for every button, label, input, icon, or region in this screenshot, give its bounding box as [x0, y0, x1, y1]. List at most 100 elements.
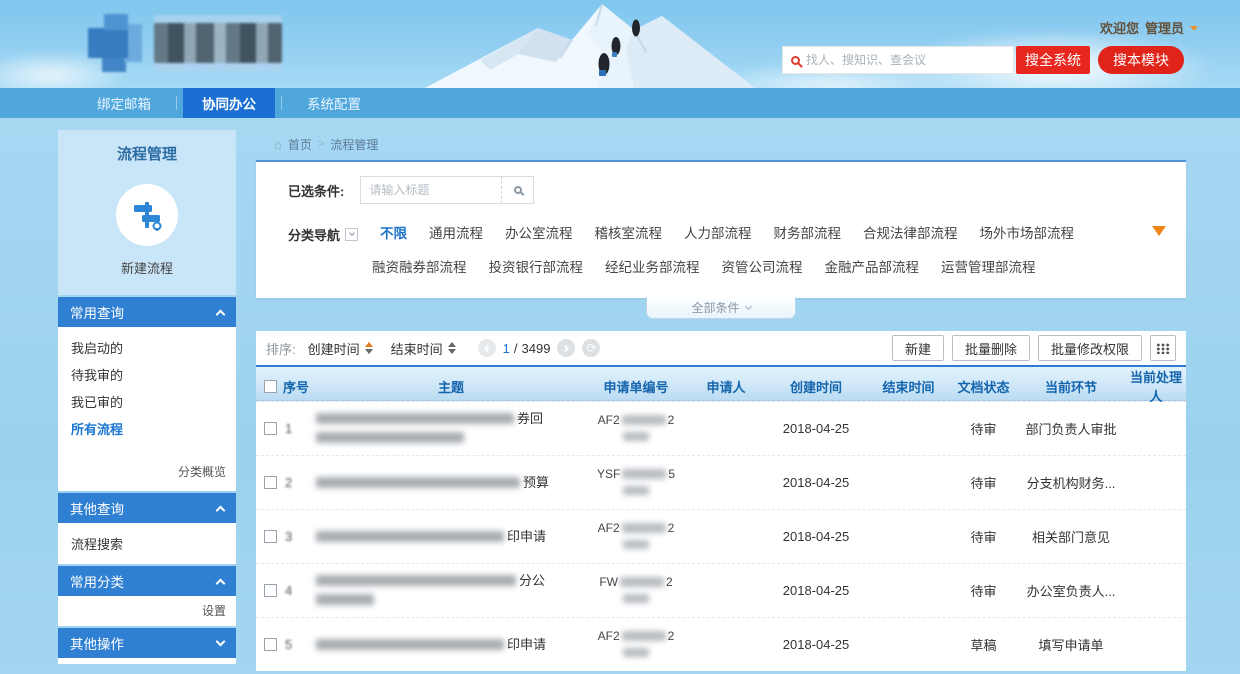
- code-suffix: 2: [668, 629, 675, 644]
- step-cell: 分支机构财务...: [1016, 473, 1126, 492]
- subject-cell[interactable]: 券回: [316, 410, 586, 447]
- sidebar-section-other-query[interactable]: 其他查询: [58, 493, 236, 523]
- sidebar-section-other-ops[interactable]: 其他操作: [58, 628, 236, 658]
- category-operations[interactable]: 运营管理部流程: [941, 258, 1036, 278]
- redacted-text: [316, 575, 516, 586]
- category-margin-trading[interactable]: 融资融券部流程: [372, 258, 467, 278]
- title-search-button[interactable]: [502, 176, 534, 204]
- chevron-right-icon: [562, 344, 569, 351]
- all-conditions-button[interactable]: 全部条件: [646, 297, 796, 319]
- sidebar-link-settings[interactable]: 设置: [58, 598, 236, 624]
- category-investment-banking[interactable]: 投资银行部流程: [489, 258, 584, 278]
- col-当前处理人: 当前处理人: [1126, 367, 1186, 405]
- select-all-checkbox[interactable]: [264, 380, 277, 393]
- redacted-text: [316, 531, 504, 542]
- new-button[interactable]: 新建: [892, 335, 944, 361]
- batch-delete-button[interactable]: 批量删除: [952, 335, 1030, 361]
- expand-triangle-icon[interactable]: [1152, 226, 1166, 236]
- category-financial-products[interactable]: 金融产品部流程: [825, 258, 920, 278]
- sort-by-end[interactable]: 结束时间: [391, 339, 456, 358]
- redacted-text: [622, 523, 666, 533]
- top-header: 欢迎您 管理员 搜全系统 搜本模块: [0, 0, 1240, 88]
- status-cell: 待审: [951, 581, 1016, 600]
- table-row[interactable]: 3 印申请 AF22 2018-04-25 待审 相关部门意见: [256, 509, 1186, 563]
- subject-cell[interactable]: 分公: [316, 572, 586, 609]
- category-general[interactable]: 通用流程: [429, 224, 483, 244]
- refresh-button[interactable]: ⟳: [582, 339, 600, 357]
- prev-page-button[interactable]: [478, 339, 496, 357]
- status-cell: 待审: [951, 419, 1016, 438]
- sidebar-section-common-query[interactable]: 常用查询: [58, 297, 236, 327]
- tab-collaborative-office[interactable]: 协同办公: [183, 88, 275, 118]
- code-suffix: 2: [666, 575, 673, 590]
- next-page-button[interactable]: [557, 339, 575, 357]
- tab-system-config[interactable]: 系统配置: [288, 88, 380, 118]
- category-compliance-legal[interactable]: 合规法律部流程: [863, 224, 958, 244]
- sidebar-section-common-category[interactable]: 常用分类: [58, 566, 236, 596]
- title-search-input[interactable]: [360, 176, 502, 204]
- user-menu[interactable]: 欢迎您 管理员: [1100, 18, 1198, 37]
- sidebar-item-flow-search[interactable]: 流程搜索: [58, 531, 236, 558]
- sort-by-created[interactable]: 创建时间: [308, 339, 373, 358]
- sidebar-item-my-started[interactable]: 我启动的: [58, 335, 236, 362]
- code-prefix: YSF: [597, 467, 620, 482]
- redacted-text: [622, 415, 666, 425]
- breadcrumb: ⌂ 首页 > 流程管理: [256, 132, 1186, 156]
- request-code-cell: YSF5: [586, 467, 686, 499]
- category-asset-management[interactable]: 资管公司流程: [722, 258, 803, 278]
- section-label: 其他操作: [70, 633, 124, 653]
- table-row[interactable]: 5 印申请 AF22 2018-04-25 草稿 填写申请单: [256, 617, 1186, 671]
- table-row[interactable]: 2 预算 YSF5 2018-04-25 待审 分支机构财务...: [256, 455, 1186, 509]
- category-finance[interactable]: 财务部流程: [774, 224, 842, 244]
- chevron-down-icon: [1190, 26, 1198, 31]
- breadcrumb-home[interactable]: 首页: [288, 136, 312, 153]
- row-checkbox[interactable]: [264, 584, 277, 597]
- redacted-text: [623, 486, 649, 495]
- sidebar-item-reviewed-by-me[interactable]: 我已审的: [58, 389, 236, 416]
- username: 管理员: [1145, 18, 1184, 37]
- category-otc-market[interactable]: 场外市场部流程: [980, 224, 1075, 244]
- search-input[interactable]: [806, 53, 1005, 67]
- section-label: 常用查询: [70, 302, 124, 322]
- sort-label: 排序:: [266, 339, 296, 358]
- home-icon[interactable]: ⌂: [274, 137, 282, 152]
- subject-cell[interactable]: 印申请: [316, 636, 586, 653]
- row-checkbox[interactable]: [264, 476, 277, 489]
- category-hr[interactable]: 人力部流程: [684, 224, 752, 244]
- new-flow-icon-circle[interactable]: [116, 184, 178, 246]
- sidebar-new-flow-label[interactable]: 新建流程: [58, 258, 236, 277]
- subject-cell[interactable]: 预算: [316, 474, 586, 491]
- status-cell: 草稿: [951, 635, 1016, 654]
- step-cell: 填写申请单: [1016, 635, 1126, 654]
- redacted-text: [316, 594, 374, 605]
- col-主题: 主题: [316, 377, 586, 396]
- search-system-button[interactable]: 搜全系统: [1016, 46, 1090, 74]
- tab-bind-mailbox[interactable]: 绑定邮箱: [78, 88, 170, 118]
- row-checkbox[interactable]: [264, 422, 277, 435]
- sidebar-item-pending-my-review[interactable]: 待我审的: [58, 362, 236, 389]
- subject-cell[interactable]: 印申请: [316, 528, 586, 545]
- category-brokerage[interactable]: 经纪业务部流程: [605, 258, 700, 278]
- row-checkbox[interactable]: [264, 530, 277, 543]
- category-nav-row2: 融资融券部流程 投资银行部流程 经纪业务部流程 资管公司流程 金融产品部流程 运…: [276, 258, 1166, 278]
- table-row[interactable]: 4 分公 FW2 2018-04-25 待审 办公室负责人...: [256, 563, 1186, 617]
- common-category-list: 设置: [58, 596, 236, 626]
- nav-separator: [176, 96, 177, 110]
- search-module-button[interactable]: 搜本模块: [1098, 46, 1184, 74]
- table-row[interactable]: 1 券回 AF22 2018-04-25 待审 部门负责人审批: [256, 401, 1186, 455]
- category-office[interactable]: 办公室流程: [505, 224, 573, 244]
- pagination: 1 / 3499 ⟳: [478, 339, 601, 357]
- row-checkbox[interactable]: [264, 638, 277, 651]
- sidebar-item-all-flows[interactable]: 所有流程: [58, 416, 236, 443]
- category-nav-toggle[interactable]: 分类导航: [288, 225, 358, 244]
- batch-modify-permission-button[interactable]: 批量修改权限: [1038, 335, 1142, 361]
- row-number: 3: [285, 529, 292, 544]
- sidebar-link-category-overview[interactable]: 分类概览: [58, 459, 236, 485]
- col-结束时间: 结束时间: [866, 377, 951, 396]
- grid-view-button[interactable]: [1150, 335, 1176, 361]
- subject-visible-text: 分公: [519, 572, 545, 589]
- category-list-row2: 融资融券部流程 投资银行部流程 经纪业务部流程 资管公司流程 金融产品部流程 运…: [372, 258, 1166, 278]
- category-unlimited[interactable]: 不限: [380, 224, 407, 244]
- all-conditions-label: 全部条件: [691, 299, 739, 316]
- category-audit[interactable]: 稽核室流程: [595, 224, 663, 244]
